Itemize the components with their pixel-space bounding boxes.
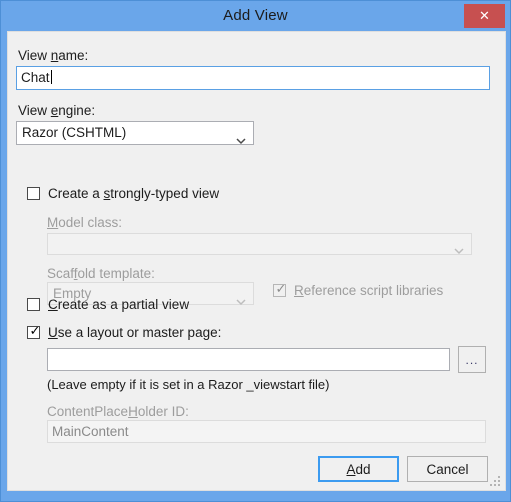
layout-path-input[interactable] (47, 348, 450, 371)
cancel-button[interactable]: Cancel (407, 456, 488, 482)
dialog-content: View name: Chat View engine: Razor (CSHT… (8, 32, 505, 490)
check-icon: ✓ (275, 281, 287, 296)
add-button[interactable]: Add (318, 456, 399, 482)
resize-grip-icon[interactable] (490, 476, 501, 487)
layout-hint-text: (Leave empty if it is set in a Razor _vi… (47, 377, 330, 392)
checkbox-box (27, 187, 40, 200)
model-class-combobox[interactable] (47, 233, 472, 255)
check-icon: ✓ (29, 323, 41, 338)
chevron-down-icon (454, 241, 464, 255)
add-view-dialog-window: Add View ✕ View name: Chat View engine: … (0, 0, 511, 502)
view-name-input[interactable]: Chat (16, 66, 490, 90)
model-class-label: Model class: (47, 215, 123, 230)
view-engine-value: Razor (CSHTML) (22, 125, 127, 140)
content-placeholder-input[interactable]: MainContent (47, 420, 486, 443)
checkbox-box (27, 298, 40, 311)
text-caret (50, 70, 52, 84)
chevron-down-icon (236, 290, 246, 305)
checkbox-box: ✓ (27, 323, 41, 339)
use-layout-checkbox[interactable]: ✓ Use a layout or master page: (27, 324, 221, 341)
title-bar: Add View ✕ (1, 1, 510, 31)
content-placeholder-value: MainContent (52, 424, 129, 439)
browse-layout-button[interactable]: ... (458, 346, 486, 373)
view-engine-label: View engine: (18, 103, 96, 118)
reference-script-libraries-checkbox[interactable]: ✓ Reference script libraries (273, 282, 443, 299)
dialog-body: View name: Chat View engine: Razor (CSHT… (7, 31, 506, 491)
window-title: Add View (223, 7, 288, 24)
partial-view-label: Create as a partial view (48, 297, 190, 312)
checkbox-box: ✓ (273, 281, 287, 297)
partial-view-checkbox[interactable]: Create as a partial view (27, 296, 189, 313)
content-placeholder-label: ContentPlaceHolder ID: (47, 404, 189, 419)
use-layout-label: Use a layout or master page: (48, 325, 222, 340)
strongly-typed-view-label: Create a strongly-typed view (48, 186, 220, 201)
close-icon[interactable]: ✕ (464, 4, 505, 28)
chevron-down-icon (236, 130, 246, 145)
view-name-value: Chat (21, 70, 50, 85)
reference-script-libraries-label: Reference script libraries (294, 283, 444, 298)
scaffold-template-label: Scaffold template: (47, 266, 155, 281)
strongly-typed-view-checkbox[interactable]: Create a strongly-typed view (27, 185, 219, 202)
view-engine-combobox[interactable]: Razor (CSHTML) (16, 121, 254, 145)
view-name-label: View name: (18, 48, 89, 63)
